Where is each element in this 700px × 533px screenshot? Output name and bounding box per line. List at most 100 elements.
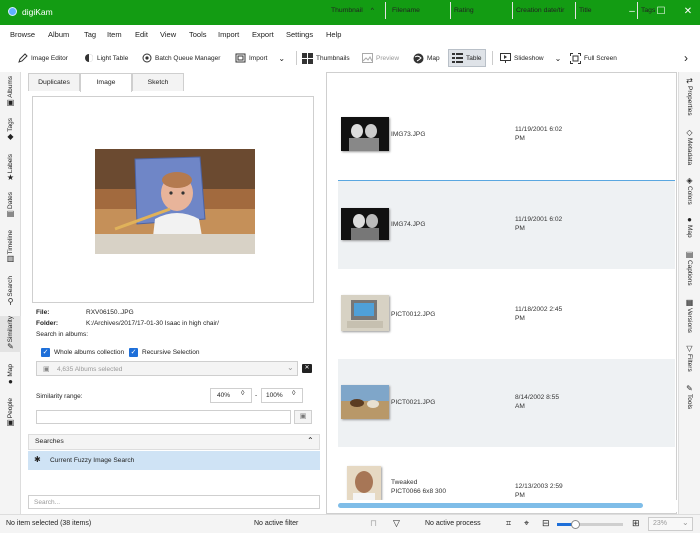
menu-edit[interactable]: Edit <box>135 30 148 39</box>
whole-albums-checkbox[interactable]: ✓ <box>41 348 50 357</box>
sidebar-tab-timeline[interactable]: Timeline ▥ <box>0 230 21 264</box>
menu-help[interactable]: Help <box>326 30 341 39</box>
menu-settings[interactable]: Settings <box>286 30 313 39</box>
similarity-range-label: Similarity range: <box>36 393 83 400</box>
full-screen-button[interactable]: Full Screen <box>570 50 617 66</box>
tab-duplicates[interactable]: Duplicates <box>28 73 80 91</box>
import-button[interactable]: Import ⌄ <box>235 50 285 66</box>
slideshow-dropdown-icon[interactable]: ⌄ <box>555 54 562 63</box>
range-separator: - <box>255 392 258 399</box>
sidebar-tab-metadata[interactable]: ◇ Metadata <box>679 128 700 165</box>
sidebar-label: Search <box>7 276 14 297</box>
zoom-slider-track[interactable] <box>557 520 623 529</box>
table-row[interactable]: Tweaked PICT0066 6x8 300 12/13/2003 2:59… <box>338 448 675 500</box>
image-editor-button[interactable]: Image Editor <box>18 50 68 66</box>
time-cell: PM <box>515 315 525 322</box>
recursive-selection-label: Recursive Selection <box>142 349 200 356</box>
import-dropdown-icon[interactable]: ⌄ <box>278 54 285 63</box>
horizontal-scrollbar-thumb[interactable] <box>338 503 643 508</box>
image-editor-label: Image Editor <box>31 54 68 62</box>
recursive-selection-checkbox[interactable]: ✓ <box>129 348 138 357</box>
toolbar-overflow-button[interactable]: › <box>684 50 688 66</box>
zoom-out-icon[interactable]: ⊟ <box>542 518 550 529</box>
sidebar-tab-albums[interactable]: Albums ▣ <box>0 76 21 108</box>
folder-value: K:/Archives/2017/17-01-30 Isaac in high … <box>86 320 219 327</box>
search-placeholder: Search... <box>34 499 61 506</box>
light-table-button[interactable]: Light Table <box>84 50 128 66</box>
thumbnail-image <box>341 117 389 151</box>
spinner-icon[interactable]: ◊ <box>241 390 244 397</box>
table-button[interactable]: Table <box>448 49 486 67</box>
searches-header[interactable]: Searches ⌃ <box>28 434 320 450</box>
sidebar-tab-colors[interactable]: ◈ Colors <box>679 176 700 205</box>
zoom-slider-handle[interactable] <box>571 520 580 529</box>
zoom-100-icon[interactable]: ⌖ <box>524 518 529 529</box>
column-rating[interactable]: Rating <box>451 2 513 19</box>
tab-image[interactable]: Image <box>80 73 132 92</box>
sidebar-tab-labels[interactable]: Labels ★ <box>0 154 21 183</box>
menu-item[interactable]: Item <box>107 30 122 39</box>
menu-import[interactable]: Import <box>218 30 239 39</box>
menu-album[interactable]: Album <box>48 30 69 39</box>
table-row[interactable]: PICT0012.JPG 11/18/2002 2:45 PM <box>338 270 675 358</box>
sidebar-tab-properties[interactable]: ⇄ Properties <box>679 76 700 116</box>
table-row[interactable]: IMG73.JPG 11/19/2001 6:02 PM <box>338 92 675 180</box>
zoom-combo[interactable]: 23% ⌄ <box>648 517 693 531</box>
sidebar-label: Similarity <box>7 316 14 343</box>
close-button[interactable]: ✕ <box>678 4 698 20</box>
metadata-icon: ◇ <box>686 128 693 137</box>
sidebar-tab-tags[interactable]: Tags ◆ <box>0 118 21 142</box>
sidebar-tab-search[interactable]: Search ⚲ <box>0 276 21 307</box>
trash-icon[interactable]: ⊓ <box>370 518 377 529</box>
sidebar-label: Tags <box>7 118 14 132</box>
column-creation-date[interactable]: Creation date/tir <box>513 2 576 19</box>
table-icon <box>452 53 463 63</box>
filter-icon[interactable]: ▽ <box>393 518 400 529</box>
zoom-in-icon[interactable]: ⊞ <box>632 518 640 529</box>
sidebar-tab-tools[interactable]: ✎ Tools <box>679 384 700 409</box>
tab-sketch[interactable]: Sketch <box>132 73 184 91</box>
slideshow-button[interactable]: Slideshow ⌄ <box>500 50 561 66</box>
brush-icon: ✎ <box>7 342 14 352</box>
map-button[interactable]: Map <box>413 50 440 66</box>
sidebar-tab-dates[interactable]: Dates ▤ <box>0 192 21 219</box>
thumbnails-button[interactable]: Thumbnails <box>302 50 350 66</box>
similarity-min-spinbox[interactable]: 40% ◊ <box>210 388 252 403</box>
spinner-icon[interactable]: ◊ <box>292 390 295 397</box>
menu-view[interactable]: View <box>160 30 176 39</box>
search-list-item[interactable]: ✱ Current Fuzzy Image Search <box>28 451 320 470</box>
albums-selector[interactable]: ▣ 4,635 Albums selected ⌄ <box>36 361 298 376</box>
sidebar-tab-versions[interactable]: ▦ Versions <box>679 298 700 333</box>
column-thumbnail[interactable]: Thumbnail ^ <box>328 2 386 19</box>
search-icon: ⚲ <box>7 296 14 306</box>
tag-icon: ◆ <box>7 131 14 141</box>
save-search-button[interactable]: ▣ <box>294 410 312 424</box>
menu-browse[interactable]: Browse <box>10 30 35 39</box>
column-filename[interactable]: Filename <box>389 2 451 19</box>
menu-tag[interactable]: Tag <box>84 30 96 39</box>
sidebar-tab-captions[interactable]: ▤ Captions <box>679 250 700 286</box>
table-row[interactable]: IMG74.JPG 11/19/2001 6:02 PM <box>338 181 675 269</box>
album-icon: ▣ <box>43 366 50 373</box>
properties-icon: ⇄ <box>686 76 693 85</box>
searches-filter-input[interactable]: Search... <box>28 495 320 509</box>
column-title[interactable]: Title <box>576 2 638 19</box>
similarity-max-spinbox[interactable]: 100% ◊ <box>261 388 303 403</box>
batch-queue-button[interactable]: Batch Queue Manager <box>142 50 220 66</box>
star-icon: ★ <box>6 173 15 183</box>
save-search-name-input[interactable] <box>36 410 291 424</box>
zoom-fit-icon[interactable]: ⌗ <box>506 518 511 529</box>
column-tags[interactable]: Tags <box>638 2 674 19</box>
menu-tools[interactable]: Tools <box>189 30 207 39</box>
sidebar-tab-similarity[interactable]: Similarity ✎ <box>0 316 21 353</box>
sidebar-tab-map[interactable]: ● Map <box>679 215 700 238</box>
sidebar-tab-filters[interactable]: ▽ Filters <box>679 344 700 372</box>
table-row[interactable]: PICT0021.JPG 8/14/2002 8:55 AM <box>338 359 675 447</box>
sidebar-tab-map[interactable]: Map ● <box>0 364 21 387</box>
albums-selected-value: 4,635 Albums selected <box>57 366 123 373</box>
preview-button[interactable]: Preview <box>362 50 399 66</box>
zoom-value: 23% <box>653 520 668 527</box>
clear-selection-icon[interactable]: ✕ <box>302 364 312 373</box>
sidebar-tab-people[interactable]: People ▣ <box>0 398 21 428</box>
menu-export[interactable]: Export <box>252 30 274 39</box>
